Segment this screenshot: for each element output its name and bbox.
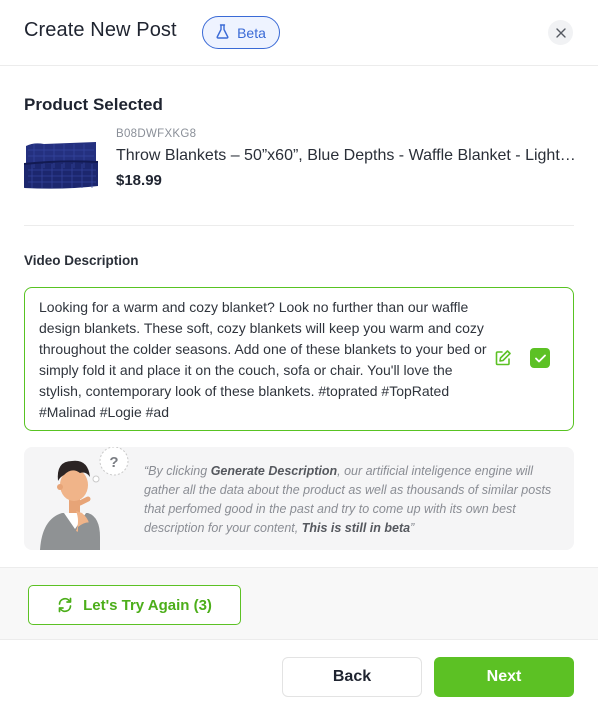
video-description-text[interactable]: Looking for a warm and cozy blanket? Loo…: [39, 297, 499, 423]
note-text-part: “By clicking: [144, 464, 211, 478]
confirm-button[interactable]: [530, 348, 550, 368]
refresh-icon: [58, 597, 72, 613]
divider: [24, 225, 574, 226]
note-text-part: ”: [410, 521, 415, 535]
edit-icon[interactable]: [494, 349, 512, 367]
create-post-modal: Create New Post Beta Product Selected B0…: [0, 0, 598, 712]
next-button[interactable]: Next: [434, 657, 574, 697]
product-section-title: Product Selected: [24, 95, 163, 114]
video-description-label: Video Description: [24, 253, 139, 268]
note-bold-generate: Generate Description: [210, 464, 338, 478]
video-description-field[interactable]: Looking for a warm and cozy blanket? Loo…: [24, 287, 574, 431]
try-again-label: Let's Try Again (3): [83, 596, 212, 614]
close-icon: [555, 27, 566, 38]
close-button[interactable]: [548, 20, 573, 45]
back-button[interactable]: Back: [282, 657, 422, 697]
product-sku: B08DWFXKG8: [116, 128, 197, 140]
retry-bar: Let's Try Again (3): [0, 567, 598, 640]
beta-badge: Beta: [202, 16, 280, 49]
modal-title: Create New Post: [24, 19, 177, 41]
product-thumbnail: [24, 138, 98, 190]
modal-header: Create New Post Beta: [0, 0, 598, 66]
flask-icon: [216, 23, 229, 42]
ai-info-note: ? “By clicking Generate Description, our…: [24, 447, 574, 550]
note-bold-beta: This is still in beta: [301, 521, 411, 535]
thinking-person-illustration: ?: [36, 447, 136, 550]
product-price: $18.99: [116, 172, 162, 189]
product-name: Throw Blankets – 50”x60”, Blue Depths - …: [116, 147, 576, 164]
ai-info-text: “By clicking Generate Description, our a…: [144, 462, 554, 538]
try-again-button[interactable]: Let's Try Again (3): [28, 585, 241, 625]
question-mark: ?: [109, 454, 118, 471]
beta-label: Beta: [237, 24, 266, 41]
check-icon: [534, 354, 546, 362]
